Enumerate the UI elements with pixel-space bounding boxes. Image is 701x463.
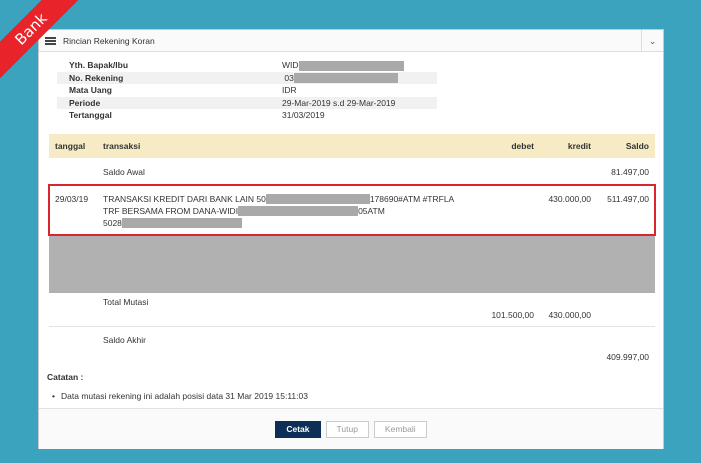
mutation-table: tanggal transaksi debet kredit Saldo Sal… — [48, 134, 656, 366]
saldo-akhir-value: 409.997,00 — [606, 352, 649, 362]
info-row-account-number: No. Rekening 03 — [57, 71, 437, 85]
header-kredit: kredit — [540, 134, 597, 158]
panel-header: Rincian Rekening Koran ⌄ — [39, 30, 663, 52]
transaction-kredit: 430.000,00 — [548, 193, 591, 204]
cell-empty — [49, 158, 97, 186]
cell-empty — [49, 326, 97, 366]
info-label: No. Rekening — [69, 72, 124, 83]
redacted-mask — [238, 206, 359, 217]
info-row-date: Tertanggal 31/03/2019 — [57, 109, 437, 122]
cell-empty — [465, 158, 540, 186]
header-saldo: Saldo — [597, 134, 655, 158]
table-row-saldo-awal: Saldo Awal 81.497,00 — [49, 158, 655, 186]
bank-ribbon: Bank — [0, 0, 80, 80]
table-row-saldo-akhir: Saldo Akhir 409.997,00 — [49, 326, 655, 366]
saldo-akhir-label: Saldo Akhir — [103, 334, 146, 345]
info-row-currency: Mata Uang IDR — [57, 84, 437, 97]
info-label: Yth. Bapak/Ibu — [69, 60, 129, 70]
saldo-awal-value: 81.497,00 — [597, 158, 655, 186]
transaction-debet — [465, 185, 540, 235]
notes-title: Catatan : — [47, 372, 84, 382]
redacted-mask — [265, 194, 370, 205]
bank-ribbon-label: Bank — [0, 0, 80, 80]
chevron-down-icon[interactable]: ⌄ — [641, 30, 663, 52]
redacted-mask — [298, 60, 404, 71]
redacted-row — [49, 235, 655, 293]
info-label: Tertanggal — [69, 110, 112, 120]
header-transaksi: transaksi — [97, 134, 465, 158]
total-mutasi-kredit: 430.000,00 — [540, 293, 597, 327]
notes-item: Data mutasi rekening ini adalah posisi d… — [47, 391, 308, 401]
table-row-transaction: 29/03/19 TRANSAKSI KREDIT DARI BANK LAIN… — [48, 184, 656, 236]
cell-empty — [540, 158, 597, 186]
info-value: WID — [282, 59, 404, 72]
redacted-mask — [293, 73, 398, 84]
table-header-row: tanggal transaksi debet kredit Saldo — [49, 134, 655, 158]
cell-empty — [49, 293, 97, 327]
info-row-period: Periode 29-Mar-2019 s.d 29-Mar-2019 — [57, 96, 437, 109]
back-button[interactable]: Kembali — [373, 420, 427, 438]
button-bar: Cetak Tutup Kembali — [39, 408, 663, 449]
cell-empty — [597, 293, 655, 327]
cell-empty — [465, 326, 540, 366]
info-value: 31/03/2019 — [282, 110, 325, 120]
close-button[interactable]: Tutup — [325, 420, 369, 438]
cell-empty — [540, 326, 597, 366]
statement-panel: Rincian Rekening Koran ⌄ Yth. Bapak/Ibu … — [38, 29, 664, 449]
info-value: IDR — [282, 85, 297, 95]
transaction-date: 29/03/19 — [55, 193, 89, 204]
info-label: Mata Uang — [69, 85, 112, 95]
print-button[interactable]: Cetak — [275, 420, 321, 438]
total-mutasi-debet: 101.500,00 — [465, 293, 540, 327]
transaction-description: TRANSAKSI KREDIT DARI BANK LAIN 50 178690… — [103, 193, 455, 229]
saldo-awal-label: Saldo Awal — [97, 158, 465, 186]
info-label: Periode — [69, 97, 101, 108]
transaction-saldo: 511.497,00 — [607, 193, 649, 204]
header-tanggal: tanggal — [49, 134, 97, 158]
account-info: Yth. Bapak/Ibu WID No. Rekening 03 Mata … — [57, 59, 437, 122]
notes: Catatan : Data mutasi rekening ini adala… — [47, 372, 308, 401]
table-row-total-mutasi: Total Mutasi 101.500,00 430.000,00 — [49, 293, 655, 327]
redacted-block — [49, 235, 655, 293]
redacted-mask — [121, 218, 242, 229]
header-debet: debet — [465, 134, 540, 158]
info-value: 29-Mar-2019 s.d 29-Mar-2019 — [282, 97, 396, 108]
info-row-name: Yth. Bapak/Ibu WID — [57, 59, 437, 72]
total-mutasi-label: Total Mutasi — [97, 293, 465, 327]
info-value: 03 — [282, 72, 398, 85]
